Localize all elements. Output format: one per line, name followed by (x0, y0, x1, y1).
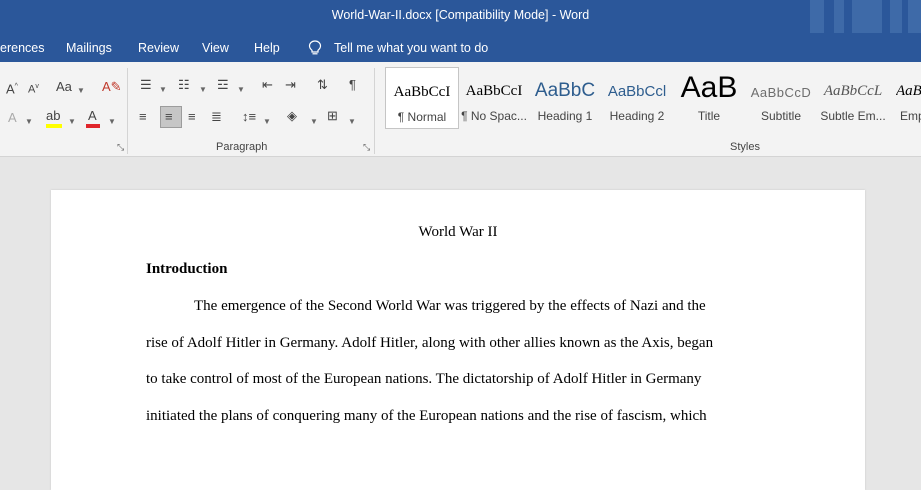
align-center-icon: ≡ (165, 109, 173, 124)
document-page[interactable]: World War II Introduction The emergence … (51, 190, 865, 490)
align-right-icon[interactable]: ≡ (188, 109, 196, 125)
align-left-icon[interactable]: ≡ (139, 109, 147, 125)
chevron-down-icon[interactable]: ▼ (108, 114, 116, 130)
justify-icon[interactable]: ≣ (211, 109, 222, 125)
decrease-indent-icon[interactable]: ⇤ (262, 77, 273, 93)
font-color-icon[interactable]: A (86, 108, 100, 128)
section-heading[interactable]: Introduction (146, 261, 227, 278)
clear-formatting-icon[interactable]: A✎ (102, 79, 122, 95)
body-line[interactable]: The emergence of the Second World War wa… (194, 298, 706, 315)
style-subtle-emphasis[interactable]: AaBbCcL Subtle Em... (816, 67, 890, 129)
style-no-spacing[interactable]: AaBbCcI ¶ No Spac... (457, 67, 531, 129)
style-sample: AaBbC (534, 80, 596, 101)
document-area[interactable]: World War II Introduction The emergence … (0, 157, 921, 490)
chevron-down-icon[interactable]: ▼ (199, 82, 207, 98)
style-heading-2[interactable]: AaBbCcl Heading 2 (600, 67, 674, 129)
tab-view[interactable]: View (202, 41, 229, 55)
style-sample: AaBbCcI (465, 83, 523, 99)
tab-mailings[interactable]: Mailings (66, 41, 112, 55)
chevron-down-icon[interactable]: ▼ (263, 114, 271, 130)
lightbulb-icon (308, 40, 322, 55)
paragraph-group-label: Paragraph (216, 141, 268, 153)
tab-help[interactable]: Help (254, 41, 280, 55)
show-formatting-marks-icon[interactable]: ¶ (349, 77, 356, 93)
line-spacing-icon[interactable]: ↕≡ (242, 109, 256, 125)
style-name: Heading 2 (609, 109, 665, 123)
style-emphasis[interactable]: AaB Emp (888, 67, 921, 129)
tell-me-text: Tell me what you want to do (334, 41, 489, 55)
font-dialog-launcher-icon[interactable]: ⤡ (117, 142, 124, 153)
grow-font-icon[interactable]: A^ (6, 79, 18, 97)
style-heading-1[interactable]: AaBbC Heading 1 (528, 67, 602, 129)
sort-icon[interactable]: ⇅ (317, 77, 328, 93)
title-bar: World-War-II.docx [Compatibility Mode] -… (0, 0, 921, 33)
group-separator (374, 68, 375, 154)
highlight-icon[interactable]: ab (46, 108, 62, 128)
chevron-down-icon[interactable]: ▼ (310, 114, 318, 130)
increase-indent-icon[interactable]: ⇥ (285, 77, 296, 93)
bullets-icon[interactable]: ☰ (140, 77, 152, 93)
tab-references[interactable]: erences (0, 41, 44, 55)
style-name: Subtitle (760, 109, 802, 123)
window-title: World-War-II.docx [Compatibility Mode] -… (331, 8, 590, 22)
numbering-icon[interactable]: ☷ (178, 77, 190, 93)
style-normal[interactable]: AaBbCcI ¶ Normal (385, 67, 459, 129)
tab-review[interactable]: Review (138, 41, 179, 55)
style-name: Heading 1 (537, 109, 593, 123)
change-case-icon[interactable]: Aa (56, 79, 72, 95)
shrink-font-icon[interactable]: Av (28, 79, 39, 98)
style-title[interactable]: AaB Title (672, 67, 746, 129)
style-sample: AaBbCcL (823, 83, 883, 99)
chevron-down-icon[interactable]: ▼ (237, 82, 245, 98)
chevron-down-icon[interactable]: ▼ (68, 114, 76, 130)
style-name: Emp (900, 109, 921, 123)
style-sample: AaBbCcD (750, 85, 812, 100)
align-center-button[interactable]: ≡ (160, 106, 182, 128)
style-name: ¶ Normal (397, 110, 447, 124)
shading-icon[interactable]: ◈ (287, 108, 297, 124)
ribbon: A^ Av Aa ▼ A✎ A ▼ ab ▼ A ▼ ⤡ ☰ ▼ ☷ ▼ ☲ ▼… (0, 62, 921, 157)
text-effects-icon[interactable]: A (8, 110, 17, 126)
chevron-down-icon[interactable]: ▼ (159, 82, 167, 98)
multilevel-list-icon[interactable]: ☲ (217, 77, 229, 93)
borders-icon[interactable]: ⊞ (327, 108, 338, 124)
style-name: Subtle Em... (820, 109, 886, 123)
style-sample: AaB (896, 83, 921, 99)
ribbon-tabs: erences Mailings Review View Help Tell m… (0, 33, 921, 62)
chevron-down-icon[interactable]: ▼ (77, 83, 85, 99)
style-sample: AaBbCcI (393, 84, 451, 100)
style-sample: AaB (680, 71, 738, 104)
style-subtitle[interactable]: AaBbCcD Subtitle (744, 67, 818, 129)
body-line[interactable]: rise of Adolf Hitler in Germany. Adolf H… (146, 335, 713, 352)
document-title[interactable]: World War II (51, 224, 865, 241)
body-line[interactable]: initiated the plans of conquering many o… (146, 408, 707, 425)
style-sample: AaBbCcl (607, 83, 667, 100)
paragraph-dialog-launcher-icon[interactable]: ⤡ (363, 142, 370, 153)
group-separator (127, 68, 128, 154)
chevron-down-icon[interactable]: ▼ (25, 114, 33, 130)
style-name: Title (697, 109, 721, 123)
styles-group-label: Styles (730, 141, 760, 153)
body-line[interactable]: to take control of most of the European … (146, 371, 701, 388)
chevron-down-icon[interactable]: ▼ (348, 114, 356, 130)
style-name: ¶ No Spac... (461, 109, 527, 123)
